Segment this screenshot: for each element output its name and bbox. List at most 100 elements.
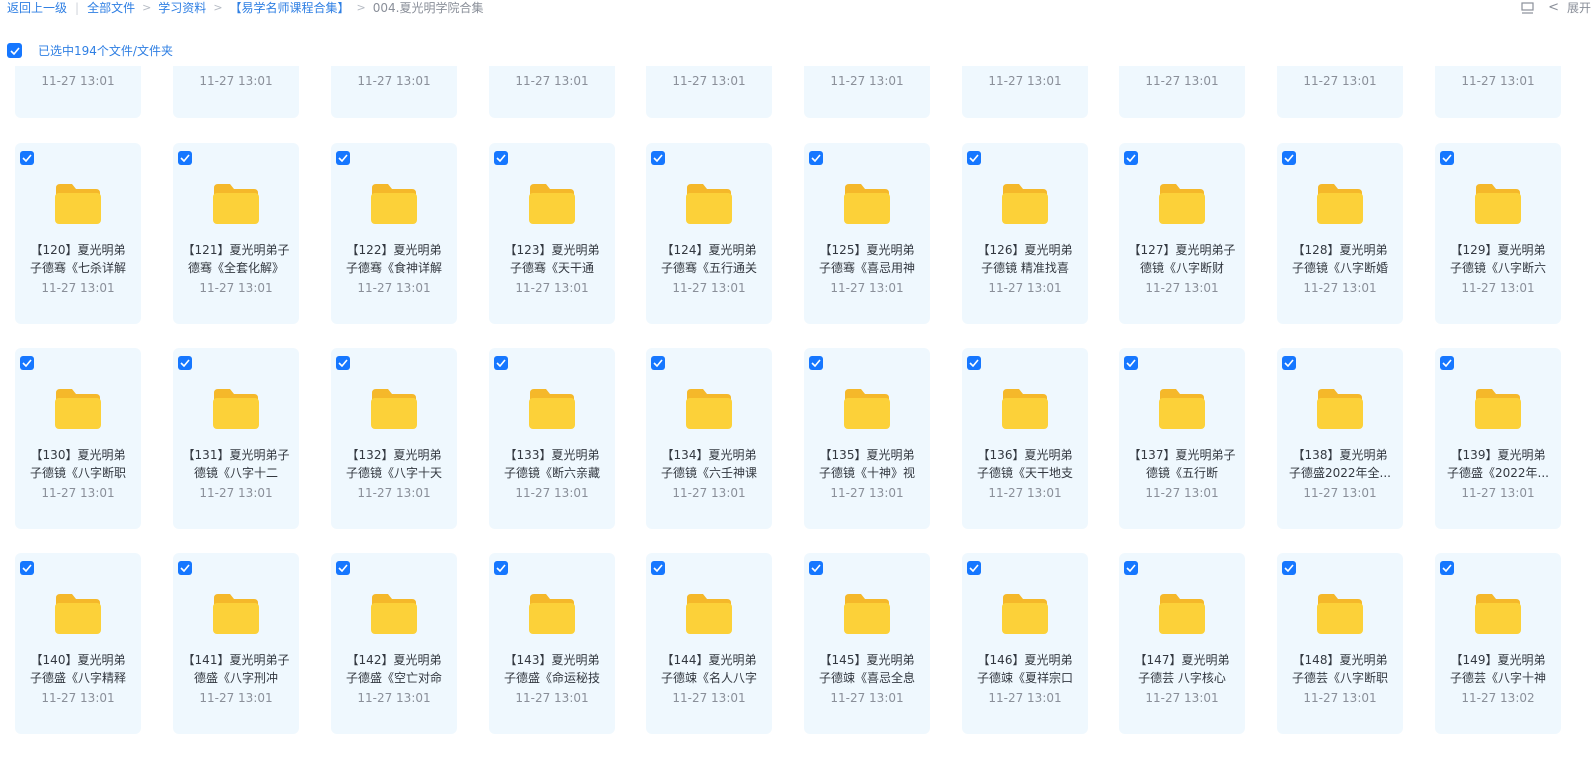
folder-checkbox[interactable] <box>967 356 981 370</box>
folder-name[interactable]: 【149】夏光明弟 子德芸《八字十神 <box>1439 651 1557 687</box>
folder-card-partial[interactable]: 11-27 13:01 <box>1119 66 1245 118</box>
folder-name[interactable]: 【122】夏光明弟 子德骞《食神详解 <box>335 241 453 277</box>
folder-checkbox[interactable] <box>178 561 192 575</box>
folder-name[interactable]: 【140】夏光明弟 子德盛《八字精释 <box>19 651 137 687</box>
folder-card[interactable]: 【147】夏光明弟 子德芸 八字核心 11-27 13:01 <box>1119 553 1245 734</box>
folder-checkbox[interactable] <box>967 151 981 165</box>
folder-name[interactable]: 【126】夏光明弟 子德镜 精准找喜 <box>966 241 1084 277</box>
folder-checkbox[interactable] <box>1282 561 1296 575</box>
folder-checkbox[interactable] <box>1440 151 1454 165</box>
folder-checkbox[interactable] <box>809 561 823 575</box>
folder-name[interactable]: 【132】夏光明弟 子德镜《八字十天 <box>335 446 453 482</box>
folder-checkbox[interactable] <box>651 561 665 575</box>
folder-checkbox[interactable] <box>1282 356 1296 370</box>
folder-card-partial[interactable]: 11-27 13:01 <box>804 66 930 118</box>
folder-checkbox[interactable] <box>336 151 350 165</box>
folder-card[interactable]: 【130】夏光明弟 子德镜《八字断职 11-27 13:01 <box>15 348 141 529</box>
folder-card[interactable]: 【120】夏光明弟 子德骞《七杀详解 11-27 13:01 <box>15 143 141 324</box>
folder-card[interactable]: 【140】夏光明弟 子德盛《八字精释 11-27 13:01 <box>15 553 141 734</box>
folder-checkbox[interactable] <box>809 151 823 165</box>
folder-card[interactable]: 【125】夏光明弟 子德骞《喜忌用神 11-27 13:01 <box>804 143 930 324</box>
folder-card[interactable]: 【128】夏光明弟 子德镜《八字断婚 11-27 13:01 <box>1277 143 1403 324</box>
folder-checkbox[interactable] <box>20 561 34 575</box>
folder-checkbox[interactable] <box>1124 356 1138 370</box>
folder-card[interactable]: 【124】夏光明弟 子德骞《五行通关 11-27 13:01 <box>646 143 772 324</box>
folder-name[interactable]: 【143】夏光明弟 子德盛《命运秘技 <box>493 651 611 687</box>
folder-checkbox[interactable] <box>336 356 350 370</box>
folder-card[interactable]: 【123】夏光明弟 子德骞《天干通 11-27 13:01 <box>489 143 615 324</box>
folder-name[interactable]: 【144】夏光明弟 子德竦《名人八字 <box>650 651 768 687</box>
folder-checkbox[interactable] <box>178 151 192 165</box>
folder-card[interactable]: 【141】夏光明弟子 德盛《八字刑冲 11-27 13:01 <box>173 553 299 734</box>
folder-name[interactable]: 【134】夏光明弟 子德镜《六壬神课 <box>650 446 768 482</box>
folder-checkbox[interactable] <box>20 356 34 370</box>
folder-card[interactable]: 【142】夏光明弟 子德盛《空亡对命 11-27 13:01 <box>331 553 457 734</box>
folder-name[interactable]: 【123】夏光明弟 子德骞《天干通 <box>493 241 611 277</box>
folder-name[interactable]: 【147】夏光明弟 子德芸 八字核心 <box>1123 651 1241 687</box>
folder-card[interactable]: 【133】夏光明弟 子德镜《断六亲藏 11-27 13:01 <box>489 348 615 529</box>
folder-card[interactable]: 【149】夏光明弟 子德芸《八字十神 11-27 13:02 <box>1435 553 1561 734</box>
folder-checkbox[interactable] <box>809 356 823 370</box>
folder-card[interactable]: 【126】夏光明弟 子德镜 精准找喜 11-27 13:01 <box>962 143 1088 324</box>
folder-card[interactable]: 【129】夏光明弟 子德镜《八字断六 11-27 13:01 <box>1435 143 1561 324</box>
folder-card[interactable]: 【135】夏光明弟 子德镜《十神》视 11-27 13:01 <box>804 348 930 529</box>
folder-card[interactable]: 【134】夏光明弟 子德镜《六壬神课 11-27 13:01 <box>646 348 772 529</box>
folder-card[interactable]: 【139】夏光明弟 子德盛《2022年... 11-27 13:01 <box>1435 348 1561 529</box>
folder-card-partial[interactable]: 11-27 13:01 <box>331 66 457 118</box>
folder-name[interactable]: 【133】夏光明弟 子德镜《断六亲藏 <box>493 446 611 482</box>
folder-name[interactable]: 【148】夏光明弟 子德芸《八字断职 <box>1281 651 1399 687</box>
folder-card[interactable]: 【138】夏光明弟 子德盛2022年全... 11-27 13:01 <box>1277 348 1403 529</box>
folder-name[interactable]: 【145】夏光明弟 子德竦《喜忌全息 <box>808 651 926 687</box>
folder-card-partial[interactable]: 11-27 13:01 <box>646 66 772 118</box>
folder-checkbox[interactable] <box>1124 151 1138 165</box>
folder-name[interactable]: 【125】夏光明弟 子德骞《喜忌用神 <box>808 241 926 277</box>
folder-name[interactable]: 【127】夏光明弟子 德镜《八字断财 <box>1123 241 1241 277</box>
folder-card[interactable]: 【132】夏光明弟 子德镜《八字十天 11-27 13:01 <box>331 348 457 529</box>
folder-card[interactable]: 【137】夏光明弟子 德镜《五行断 11-27 13:01 <box>1119 348 1245 529</box>
folder-checkbox[interactable] <box>336 561 350 575</box>
folder-name[interactable]: 【139】夏光明弟 子德盛《2022年... <box>1439 446 1557 482</box>
folder-name[interactable]: 【138】夏光明弟 子德盛2022年全... <box>1281 446 1399 482</box>
folder-checkbox[interactable] <box>1440 356 1454 370</box>
folder-card-partial[interactable]: 11-27 13:01 <box>1435 66 1561 118</box>
folder-card-partial[interactable]: 11-27 13:01 <box>489 66 615 118</box>
folder-name[interactable]: 【124】夏光明弟 子德骞《五行通关 <box>650 241 768 277</box>
folder-card-partial[interactable]: 11-27 13:01 <box>1277 66 1403 118</box>
folder-card[interactable]: 【136】夏光明弟 子德镜《天干地支 11-27 13:01 <box>962 348 1088 529</box>
folder-checkbox[interactable] <box>20 151 34 165</box>
folder-card[interactable]: 【127】夏光明弟子 德镜《八字断财 11-27 13:01 <box>1119 143 1245 324</box>
folder-card[interactable]: 【121】夏光明弟子 德骞《全套化解》 11-27 13:01 <box>173 143 299 324</box>
folder-checkbox[interactable] <box>651 356 665 370</box>
folder-card-partial[interactable]: 11-27 13:01 <box>173 66 299 118</box>
folder-name[interactable]: 【129】夏光明弟 子德镜《八字断六 <box>1439 241 1557 277</box>
folder-card[interactable]: 【146】夏光明弟 子德竦《夏祥宗口 11-27 13:01 <box>962 553 1088 734</box>
folder-checkbox[interactable] <box>178 356 192 370</box>
folder-name[interactable]: 【137】夏光明弟子 德镜《五行断 <box>1123 446 1241 482</box>
folder-card[interactable]: 【131】夏光明弟子 德镜《八字十二 11-27 13:01 <box>173 348 299 529</box>
folder-name[interactable]: 【136】夏光明弟 子德镜《天干地支 <box>966 446 1084 482</box>
folder-checkbox[interactable] <box>967 561 981 575</box>
folder-card[interactable]: 【143】夏光明弟 子德盛《命运秘技 11-27 13:01 <box>489 553 615 734</box>
folder-name[interactable]: 【120】夏光明弟 子德骞《七杀详解 <box>19 241 137 277</box>
folder-name[interactable]: 【131】夏光明弟子 德镜《八字十二 <box>177 446 295 482</box>
folder-checkbox[interactable] <box>494 151 508 165</box>
folder-checkbox[interactable] <box>651 151 665 165</box>
folder-checkbox[interactable] <box>1124 561 1138 575</box>
folder-checkbox[interactable] <box>1440 561 1454 575</box>
folder-card[interactable]: 【122】夏光明弟 子德骞《食神详解 11-27 13:01 <box>331 143 457 324</box>
folder-card[interactable]: 【145】夏光明弟 子德竦《喜忌全息 11-27 13:01 <box>804 553 930 734</box>
folder-name[interactable]: 【142】夏光明弟 子德盛《空亡对命 <box>335 651 453 687</box>
folder-checkbox[interactable] <box>494 356 508 370</box>
folder-name[interactable]: 【146】夏光明弟 子德竦《夏祥宗口 <box>966 651 1084 687</box>
folder-name[interactable]: 【128】夏光明弟 子德镜《八字断婚 <box>1281 241 1399 277</box>
folder-card[interactable]: 【144】夏光明弟 子德竦《名人八字 11-27 13:01 <box>646 553 772 734</box>
folder-card-partial[interactable]: 11-27 13:01 <box>962 66 1088 118</box>
folder-name[interactable]: 【130】夏光明弟 子德镜《八字断职 <box>19 446 137 482</box>
folder-card[interactable]: 【148】夏光明弟 子德芸《八字断职 11-27 13:01 <box>1277 553 1403 734</box>
folder-name[interactable]: 【121】夏光明弟子 德骞《全套化解》 <box>177 241 295 277</box>
folder-card-partial[interactable]: 11-27 13:01 <box>15 66 141 118</box>
folder-name[interactable]: 【141】夏光明弟子 德盛《八字刑冲 <box>177 651 295 687</box>
folder-checkbox[interactable] <box>494 561 508 575</box>
folder-checkbox[interactable] <box>1282 151 1296 165</box>
folder-name[interactable]: 【135】夏光明弟 子德镜《十神》视 <box>808 446 926 482</box>
